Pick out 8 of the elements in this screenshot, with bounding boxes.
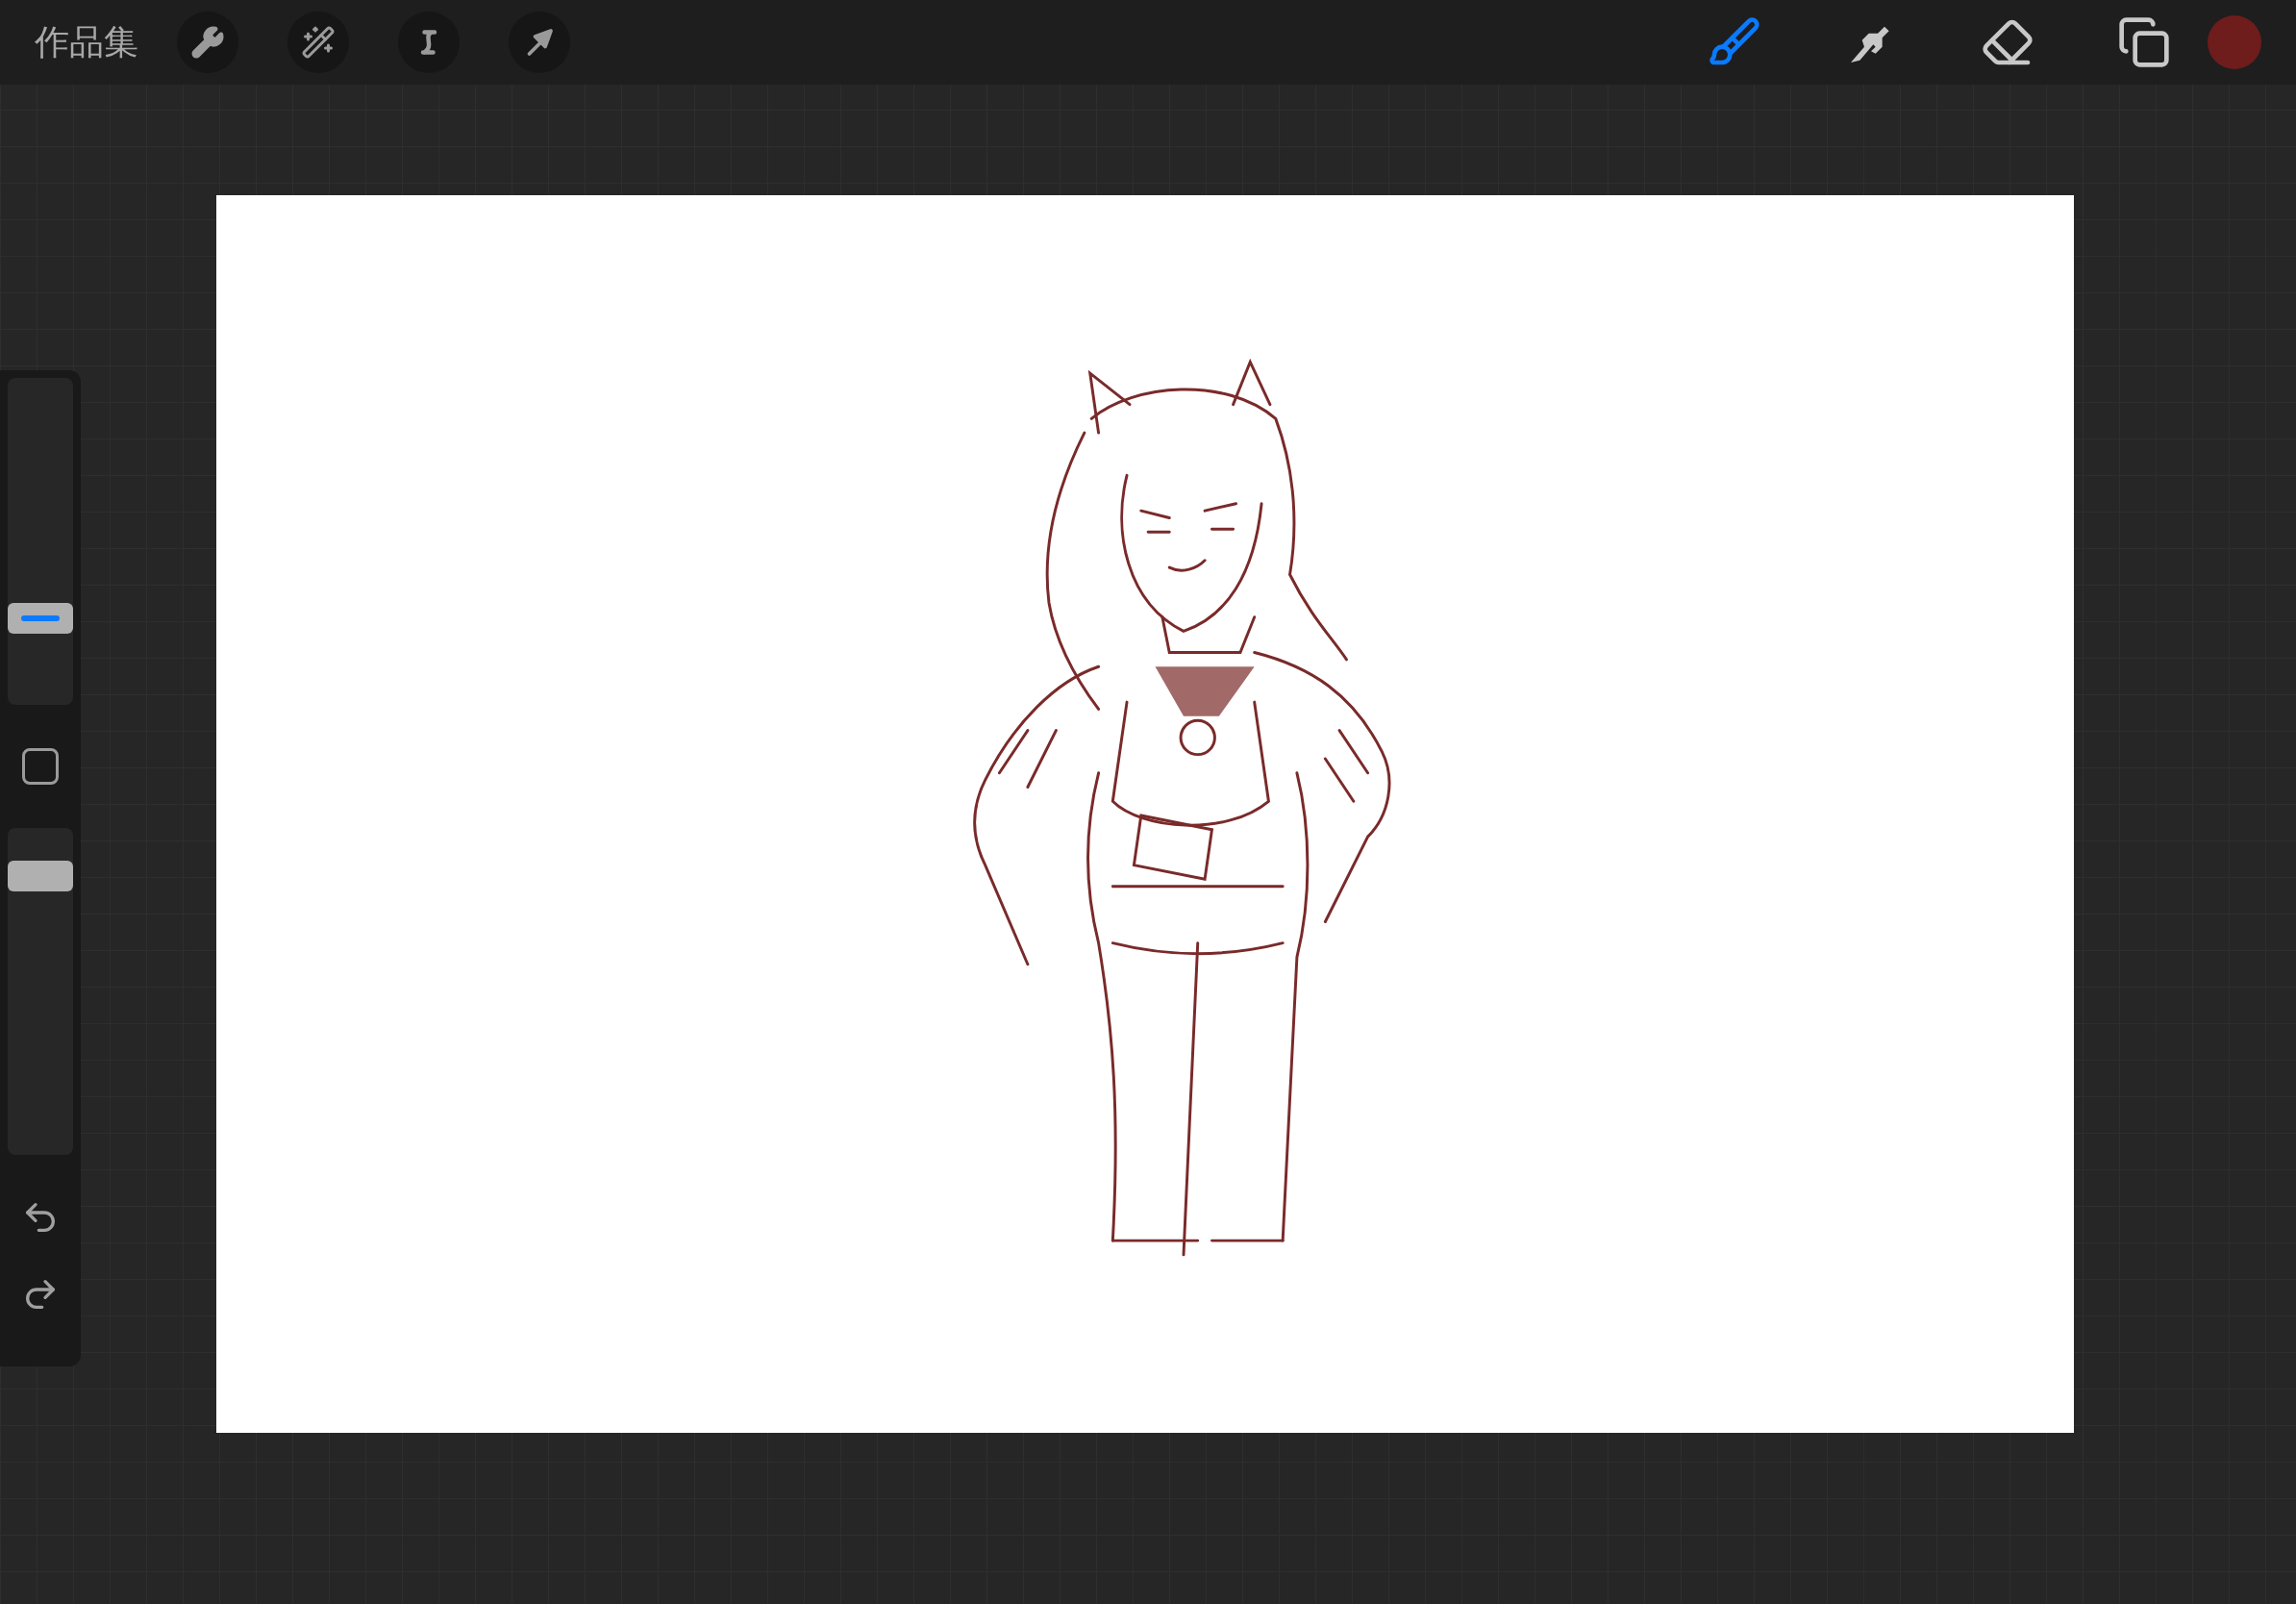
color-swatch[interactable] [2208, 15, 2261, 69]
slider-thumb[interactable] [8, 861, 73, 891]
wrench-icon [190, 25, 225, 60]
slider-thumb[interactable] [8, 603, 73, 634]
magic-wand-icon [301, 25, 336, 60]
modify-button[interactable] [22, 748, 59, 785]
gallery-link[interactable]: 作品集 [35, 16, 138, 68]
layers-icon [2117, 15, 2171, 69]
